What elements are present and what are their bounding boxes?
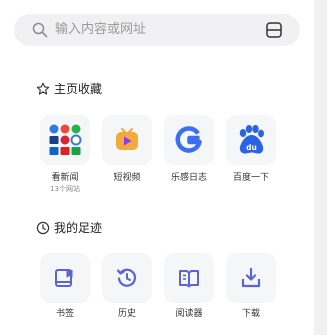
download-icon (241, 267, 261, 288)
search-input[interactable]: 输入内容或网址 (55, 21, 146, 39)
favorite-label: 乐感日志 (170, 173, 207, 183)
footprint-reader[interactable] (164, 253, 214, 303)
short-video-icon (116, 128, 138, 150)
clock-icon (36, 221, 50, 235)
footprint-history[interactable] (102, 253, 152, 303)
g-logo-icon (175, 126, 202, 153)
scan-icon[interactable] (265, 21, 283, 39)
favorites-title: 主页收藏 (54, 82, 103, 96)
star-outline-icon (36, 82, 50, 95)
favorite-short-video[interactable] (102, 115, 152, 165)
baidu-paw-icon: du (239, 125, 264, 154)
favorite-label: 看新闻 (51, 173, 79, 183)
search-icon (32, 22, 48, 38)
footprint-label: 历史 (117, 309, 136, 319)
footprint-label: 书签 (55, 309, 74, 319)
bookmark-icon (55, 269, 73, 287)
favorites-section-title: 主页收藏 (36, 81, 102, 97)
favorite-lege-log[interactable] (164, 115, 214, 165)
news-grid-icon (49, 124, 82, 155)
search-bar[interactable]: 输入内容或网址 (14, 14, 300, 46)
history-icon (116, 268, 137, 287)
footprint-label: 下载 (241, 309, 260, 319)
favorite-label: 百度一下 (232, 173, 269, 183)
favorite-sublabel: 13个网站 (50, 185, 80, 193)
footprint-label: 阅读器 (175, 309, 203, 319)
reader-icon (179, 270, 199, 288)
favorite-baidu[interactable]: du (226, 115, 276, 165)
favorite-news[interactable] (40, 115, 90, 165)
footprint-bookmark[interactable] (40, 253, 90, 303)
footprint-download[interactable] (226, 253, 276, 303)
svg-text:du: du (246, 143, 257, 152)
favorite-label: 短视频 (113, 173, 141, 183)
footprint-section-title: 我的足迹 (36, 220, 102, 236)
scrollbar-track[interactable] (314, 0, 327, 335)
footprint-title: 我的足迹 (54, 221, 103, 235)
